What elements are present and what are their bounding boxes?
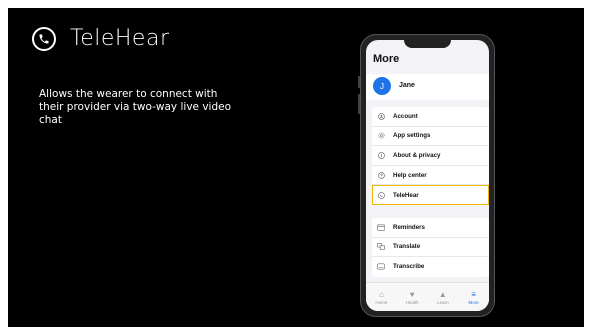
settings-menu: Account App settings About & privacy Hel… [372, 107, 489, 205]
avatar: J [373, 77, 391, 95]
menu-item-label: Reminders [393, 223, 425, 231]
menu-item-label: Account [393, 112, 418, 120]
info-icon [377, 151, 385, 159]
tab-label: Health [405, 299, 419, 305]
phone-mockup: More J Jane Account App settings About &… [360, 34, 495, 317]
title-text: TeleHear [70, 26, 170, 51]
bottom-tab-bar: ⌂ Home ♥ Health ▲ Learn ≡ More [366, 282, 489, 311]
calendar-icon [377, 223, 385, 231]
tab-learn[interactable]: ▲ Learn [428, 283, 459, 311]
page-title: More [373, 53, 400, 65]
menu-item-telehear[interactable]: TeleHear [372, 185, 489, 205]
tab-label: Learn [437, 299, 449, 305]
tab-label: Home [375, 299, 388, 305]
help-icon [377, 171, 385, 179]
tab-home[interactable]: ⌂ Home [366, 283, 397, 311]
menu-item-app-settings[interactable]: App settings [372, 127, 489, 147]
feature-description: Allows the wearer to connect with their … [39, 88, 232, 126]
learn-icon: ▲ [438, 289, 447, 299]
menu-item-help-center[interactable]: Help center [372, 166, 489, 186]
menu-item-label: Transcribe [393, 263, 425, 271]
menu-item-transcribe[interactable]: Transcribe [372, 257, 489, 277]
translate-icon [377, 243, 385, 251]
menu-item-reminders[interactable]: Reminders [372, 218, 489, 238]
phone-icon [377, 191, 385, 199]
home-icon: ⌂ [378, 289, 384, 299]
menu-item-label: About & privacy [393, 151, 441, 159]
phone-icon [32, 26, 56, 51]
slide-title: TeleHear [32, 26, 170, 51]
menu-item-label: Help center [393, 171, 427, 179]
menu-item-about-privacy[interactable]: About & privacy [372, 146, 489, 166]
heart-icon: ♥ [409, 289, 415, 299]
phone-screen: More J Jane Account App settings About &… [366, 40, 489, 311]
account-icon [377, 112, 385, 120]
transcribe-icon [377, 263, 385, 271]
menu-item-label: Translate [393, 243, 421, 251]
menu-icon: ≡ [471, 289, 476, 299]
slide: TeleHear Allows the wearer to connect wi… [8, 8, 584, 327]
tab-health[interactable]: ♥ Health [397, 283, 428, 311]
tab-more[interactable]: ≡ More [458, 283, 489, 311]
menu-item-account[interactable]: Account [372, 107, 489, 127]
tab-label: More [468, 299, 479, 305]
user-name: Jane [399, 82, 415, 89]
menu-item-label: TeleHear [393, 191, 419, 199]
tools-menu: Reminders Translate Transcribe [372, 218, 489, 277]
menu-item-label: App settings [393, 132, 431, 140]
phone-notch [404, 40, 451, 48]
menu-item-translate[interactable]: Translate [372, 238, 489, 258]
user-profile-row[interactable]: J Jane [366, 74, 489, 100]
gear-icon [377, 132, 385, 140]
